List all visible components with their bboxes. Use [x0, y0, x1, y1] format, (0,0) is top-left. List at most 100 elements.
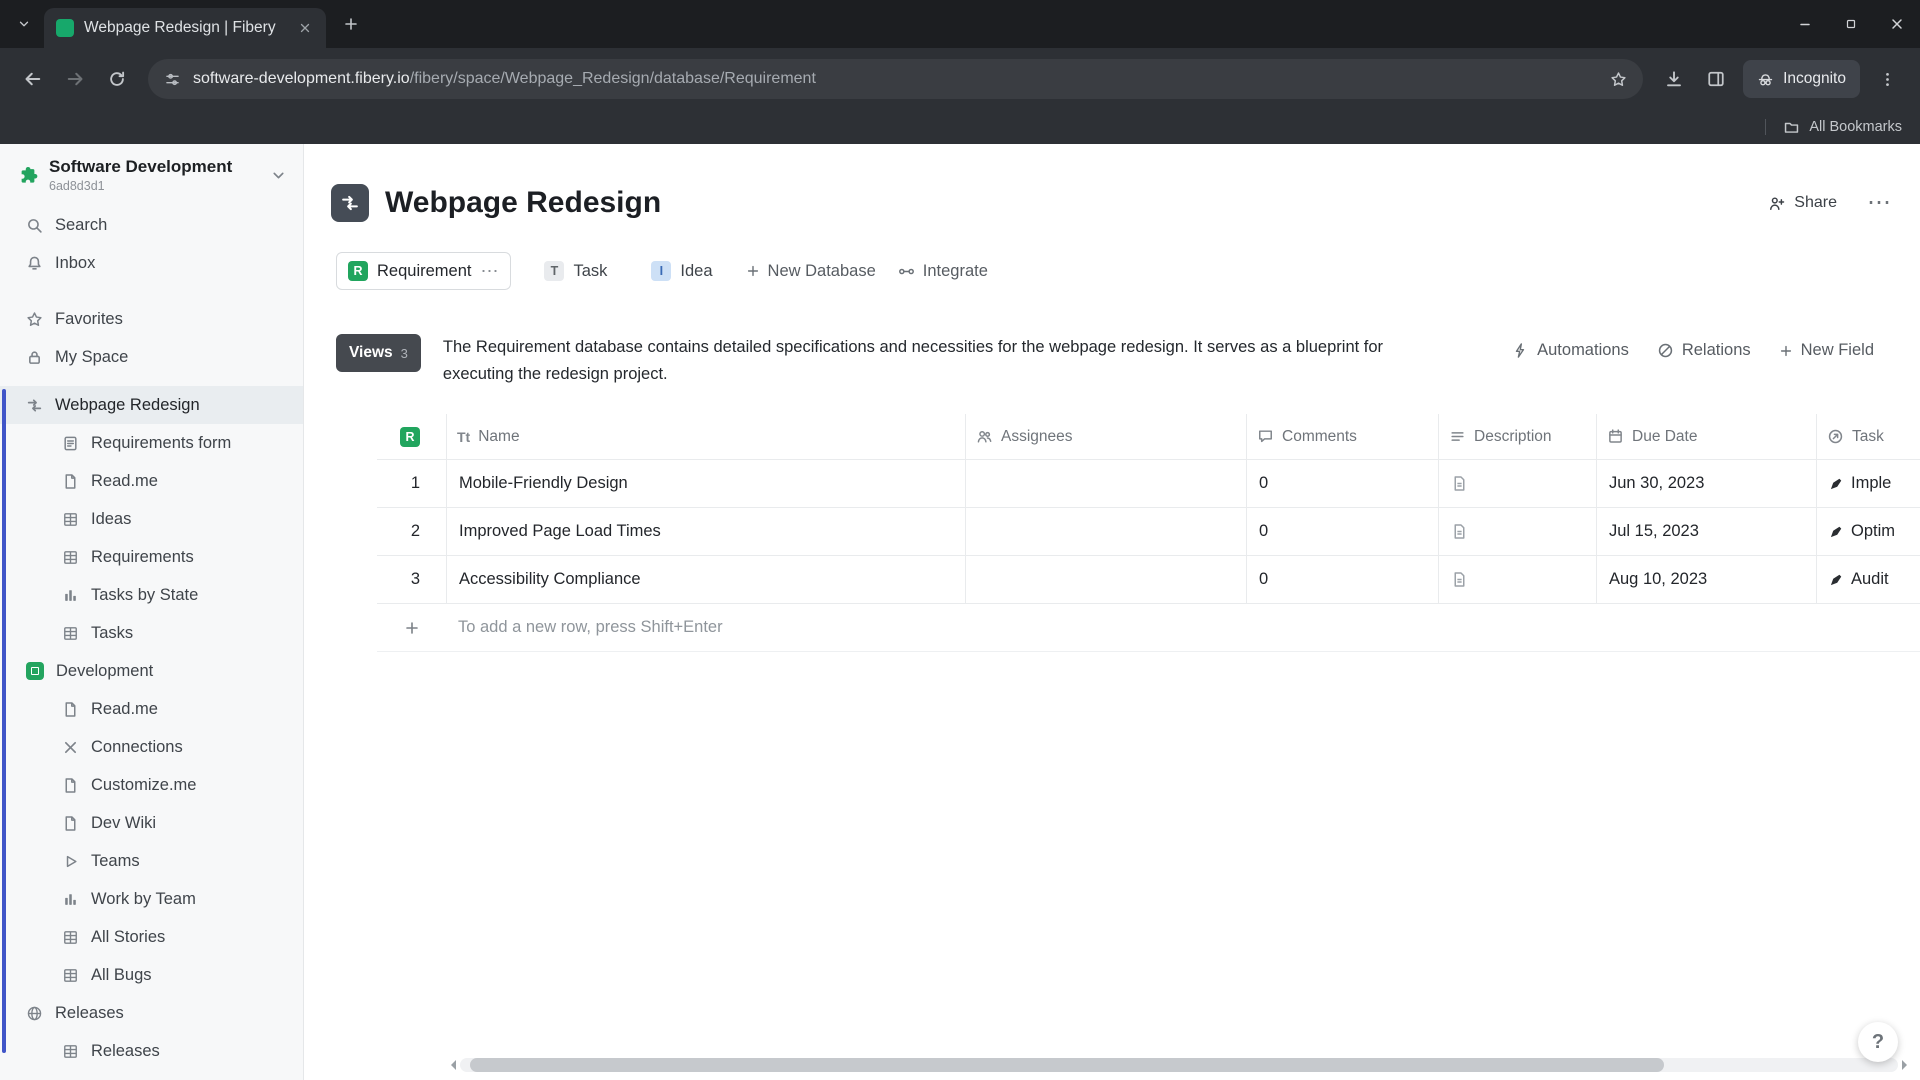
- all-bookmarks-button[interactable]: All Bookmarks: [1809, 119, 1902, 135]
- new-field-button[interactable]: New Field: [1779, 341, 1874, 360]
- requirement-more-button[interactable]: ⋯: [480, 261, 499, 282]
- space-header-icon: [331, 184, 369, 222]
- sidebar-item-ideas[interactable]: Ideas: [0, 500, 303, 538]
- sidebar-item-webpage-redesign[interactable]: Webpage Redesign: [0, 386, 303, 424]
- column-header-assignees[interactable]: Assignees: [965, 414, 1246, 460]
- horizontal-scrollbar[interactable]: [446, 1057, 1912, 1072]
- task-cell[interactable]: Imple: [1816, 460, 1920, 508]
- browser-chrome: Webpage Redesign | Fibery software-devel…: [0, 0, 1920, 144]
- task-cell[interactable]: Optim: [1816, 508, 1920, 556]
- text-lines-icon: [1449, 428, 1466, 445]
- name-cell[interactable]: Mobile-Friendly Design: [446, 460, 965, 508]
- sidebar-item-requirements-form[interactable]: Requirements form: [0, 424, 303, 462]
- workspace-switcher[interactable]: Software Development 6ad8d3d1: [0, 144, 303, 206]
- help-button[interactable]: ?: [1858, 1022, 1898, 1062]
- sidebar-item-teams[interactable]: Teams: [0, 842, 303, 880]
- comments-cell[interactable]: 0: [1246, 460, 1438, 508]
- sidebar-scroll-indicator: [2, 389, 6, 1053]
- scrollbar-track[interactable]: [460, 1057, 1898, 1072]
- column-header-task[interactable]: Task: [1816, 414, 1920, 460]
- sidebar-item-my-space[interactable]: My Space: [0, 338, 303, 376]
- new-database-button[interactable]: New Database: [746, 262, 876, 281]
- database-tab-requirement[interactable]: R Requirement ⋯: [336, 252, 512, 290]
- due-date-cell[interactable]: Jul 15, 2023: [1596, 508, 1816, 556]
- sidebar-item-customize-me[interactable]: Customize.me: [0, 766, 303, 804]
- sidebar-item-release-planning[interactable]: Release Planning: [0, 1070, 303, 1080]
- column-header-name[interactable]: Tt Name: [446, 414, 965, 460]
- sidebar-item-search[interactable]: Search: [0, 206, 303, 244]
- downloads-icon[interactable]: [1655, 60, 1693, 98]
- forward-button[interactable]: [56, 60, 94, 98]
- sidebar-item-dev-wiki[interactable]: Dev Wiki: [0, 804, 303, 842]
- scrollbar-thumb[interactable]: [470, 1057, 1664, 1072]
- browser-menu-icon[interactable]: [1868, 60, 1906, 98]
- bookmarks-separator: [1765, 119, 1767, 135]
- comments-cell[interactable]: 0: [1246, 508, 1438, 556]
- close-window-button[interactable]: [1874, 0, 1920, 48]
- description-cell[interactable]: [1438, 460, 1596, 508]
- text-type-icon: Tt: [457, 428, 471, 445]
- url-text: software-development.fibery.io/fibery/sp…: [193, 70, 816, 87]
- sidebar-item-releases-space[interactable]: Releases: [0, 994, 303, 1032]
- sidebar-item-development[interactable]: Development: [0, 652, 303, 690]
- name-cell[interactable]: Accessibility Compliance: [446, 556, 965, 604]
- column-header-due-date[interactable]: Due Date: [1596, 414, 1816, 460]
- chevron-down-icon[interactable]: [270, 167, 287, 184]
- sidebar-item-work-by-team[interactable]: Work by Team: [0, 880, 303, 918]
- integrate-button[interactable]: Integrate: [898, 262, 988, 281]
- description-cell[interactable]: [1438, 508, 1596, 556]
- column-header-comments[interactable]: Comments: [1246, 414, 1438, 460]
- automations-button[interactable]: Automations: [1512, 341, 1629, 360]
- sidebar-item-dev-readme[interactable]: Read.me: [0, 690, 303, 728]
- form-icon: [62, 435, 79, 452]
- sidebar-item-connections[interactable]: Connections: [0, 728, 303, 766]
- add-row-button[interactable]: [377, 604, 446, 652]
- views-button[interactable]: Views 3: [336, 334, 421, 372]
- relations-button[interactable]: Relations: [1657, 341, 1751, 360]
- tab-close-icon[interactable]: [296, 19, 314, 37]
- sidebar-item-releases[interactable]: Releases: [0, 1032, 303, 1070]
- sidebar-item-favorites[interactable]: Favorites: [0, 300, 303, 338]
- sidebar-item-all-stories[interactable]: All Stories: [0, 918, 303, 956]
- sidebar-item-tasks[interactable]: Tasks: [0, 614, 303, 652]
- share-button[interactable]: Share: [1768, 194, 1837, 212]
- space-more-button[interactable]: ⋯: [1867, 191, 1892, 215]
- document-icon: [62, 701, 79, 718]
- reload-button[interactable]: [98, 60, 136, 98]
- maximize-button[interactable]: [1828, 0, 1874, 48]
- back-button[interactable]: [14, 60, 52, 98]
- assignees-cell[interactable]: [965, 508, 1246, 556]
- assignees-cell[interactable]: [965, 460, 1246, 508]
- tab-search-chevron-icon[interactable]: [10, 10, 38, 38]
- name-cell[interactable]: Improved Page Load Times: [446, 508, 965, 556]
- lock-icon: [26, 349, 43, 366]
- new-tab-button[interactable]: [336, 9, 366, 39]
- browser-tab[interactable]: Webpage Redesign | Fibery: [44, 8, 326, 48]
- due-date-cell[interactable]: Aug 10, 2023: [1596, 556, 1816, 604]
- scroll-left-icon[interactable]: [446, 1059, 456, 1070]
- sidebar-item-requirements[interactable]: Requirements: [0, 538, 303, 576]
- development-space-icon: [26, 662, 44, 680]
- sidebar-item-tasks-by-state[interactable]: Tasks by State: [0, 576, 303, 614]
- due-date-cell[interactable]: Jun 30, 2023: [1596, 460, 1816, 508]
- comments-cell[interactable]: 0: [1246, 556, 1438, 604]
- sidebar-item-readme[interactable]: Read.me: [0, 462, 303, 500]
- document-icon: [62, 815, 79, 832]
- sidebar-item-inbox[interactable]: Inbox: [0, 244, 303, 282]
- assignees-cell[interactable]: [965, 556, 1246, 604]
- site-settings-icon[interactable]: [164, 71, 181, 88]
- minimize-button[interactable]: [1782, 0, 1828, 48]
- database-tab-idea[interactable]: I Idea: [640, 252, 723, 290]
- column-header-description[interactable]: Description: [1438, 414, 1596, 460]
- sidebar-item-all-bugs[interactable]: All Bugs: [0, 956, 303, 994]
- side-panel-icon[interactable]: [1697, 60, 1735, 98]
- scroll-right-icon[interactable]: [1902, 1059, 1912, 1070]
- description-cell[interactable]: [1438, 556, 1596, 604]
- task-cell[interactable]: Audit: [1816, 556, 1920, 604]
- database-tab-task[interactable]: T Task: [533, 252, 618, 290]
- table-icon: [62, 929, 79, 946]
- bookmark-star-icon[interactable]: [1610, 71, 1627, 88]
- globe-icon: [26, 1005, 43, 1022]
- incognito-badge: Incognito: [1743, 60, 1860, 98]
- url-bar[interactable]: software-development.fibery.io/fibery/sp…: [148, 59, 1644, 99]
